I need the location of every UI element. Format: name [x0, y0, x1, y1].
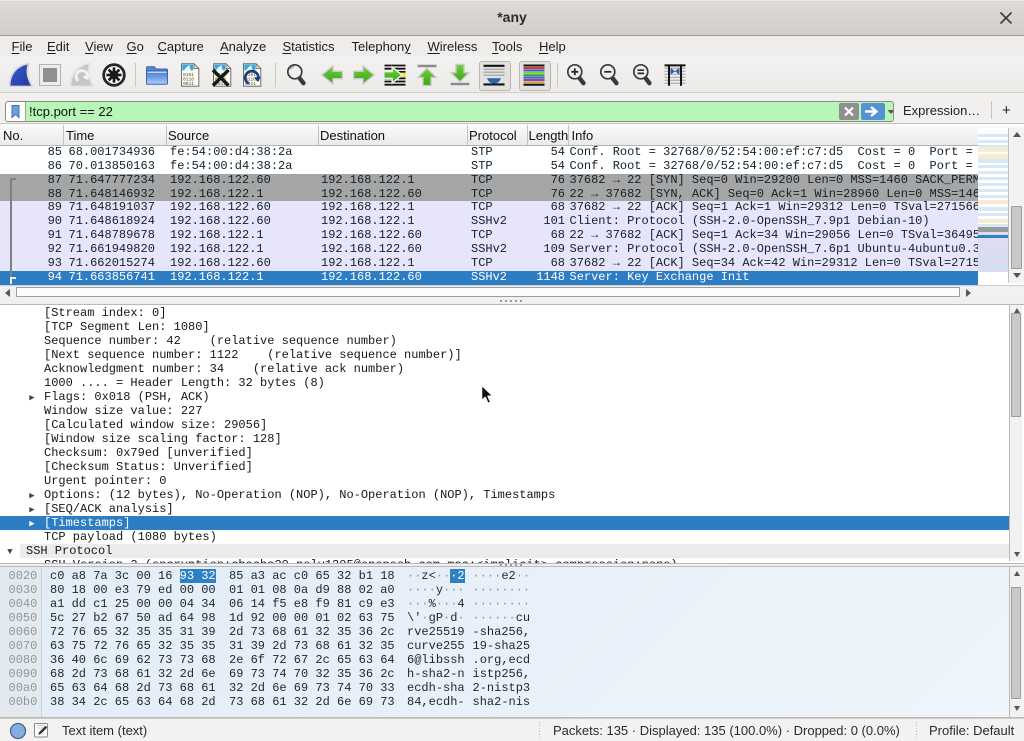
svg-text:0011: 0011 [183, 81, 194, 87]
